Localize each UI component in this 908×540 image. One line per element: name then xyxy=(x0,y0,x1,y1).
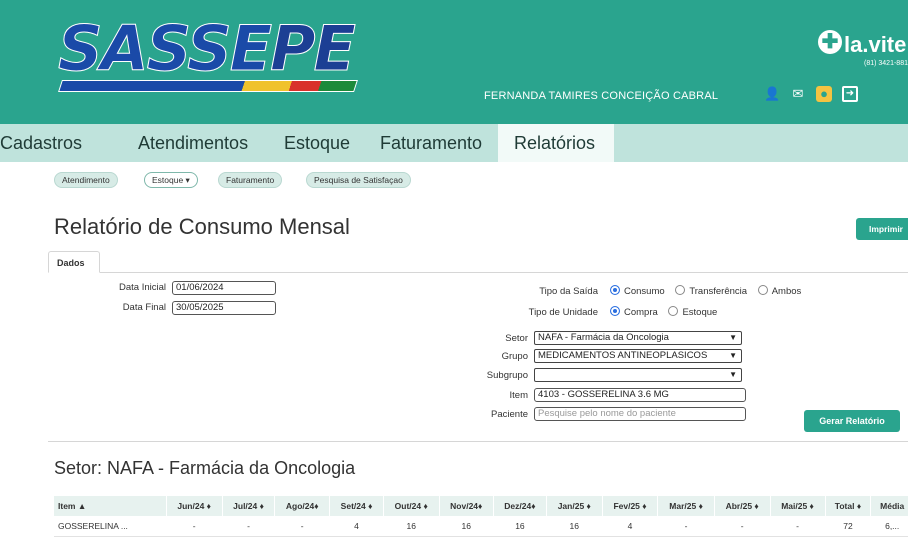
consumo-table: Item ▲ Jun/24 ♦ Jul/24 ♦ Ago/24♦ Set/24 … xyxy=(54,496,908,537)
tab-dados[interactable]: Dados xyxy=(48,251,100,273)
cell-ago24: - xyxy=(274,516,330,537)
cell-out24: 16 xyxy=(383,516,440,537)
cell-media: 6,... xyxy=(870,516,908,537)
mail-icon[interactable]: ✉ xyxy=(790,86,806,102)
subnav-pesquisa[interactable]: Pesquisa de Satisfaçao xyxy=(306,172,411,188)
col-item[interactable]: Item ▲ xyxy=(54,496,167,516)
radio-consumo-dot[interactable] xyxy=(610,285,620,295)
subgrupo-select[interactable]: ▼ xyxy=(534,368,742,382)
cell-jul24: - xyxy=(222,516,275,537)
logo-text: SASSEPE xyxy=(57,12,356,85)
chat-icon[interactable]: ● xyxy=(816,86,832,102)
col-fev25[interactable]: Fev/25 ♦ xyxy=(602,496,659,516)
chevron-down-icon: ▼ xyxy=(729,351,737,360)
subnav-faturamento[interactable]: Faturamento xyxy=(218,172,283,188)
nav-relatorios[interactable]: Relatórios xyxy=(498,124,614,162)
user-name: FERNANDA TAMIRES CONCEIÇÃO CABRAL xyxy=(484,90,719,102)
main-nav: Cadastros Atendimentos Estoque Faturamen… xyxy=(0,124,908,162)
cell-jun24: - xyxy=(166,516,223,537)
nav-cadastros[interactable]: Cadastros xyxy=(0,124,82,162)
logo-stripe xyxy=(58,80,358,92)
col-jun24[interactable]: Jun/24 ♦ xyxy=(166,496,223,516)
paciente-label: Paciente xyxy=(491,409,528,420)
col-set24[interactable]: Set/24 ♦ xyxy=(329,496,384,516)
cell-nov24: 16 xyxy=(439,516,494,537)
cell-set24: 4 xyxy=(329,516,384,537)
col-out24[interactable]: Out/24 ♦ xyxy=(383,496,440,516)
print-button[interactable]: Imprimir xyxy=(856,218,908,240)
radio-ambos-label: Ambos xyxy=(771,286,802,297)
plus-icon: ✚ xyxy=(818,30,842,54)
chevron-down-icon: ▼ xyxy=(729,370,737,379)
col-dez24[interactable]: Dez/24♦ xyxy=(493,496,547,516)
section-title: Setor: NAFA - Farmácia da Oncologia xyxy=(54,458,356,478)
radio-transferencia-dot[interactable] xyxy=(675,285,686,295)
setor-select[interactable]: NAFA - Farmácia da Oncologia ▼ xyxy=(534,331,742,345)
cell-mai25: - xyxy=(770,516,826,537)
table-row[interactable]: GOSSERELINA ... - - - 4 16 16 16 16 4 - … xyxy=(54,516,908,537)
col-nov24[interactable]: Nov/24♦ xyxy=(439,496,494,516)
cell-mar25: - xyxy=(657,516,715,537)
col-ago24[interactable]: Ago/24♦ xyxy=(274,496,331,516)
cell-dez24: 16 xyxy=(493,516,547,537)
tipo-saida-label: Tipo da Saída xyxy=(539,286,598,297)
cell-item: GOSSERELINA ... xyxy=(54,516,166,537)
page-title: Relatório de Consumo Mensal xyxy=(54,214,350,239)
brand-name: la.vite xyxy=(844,32,907,57)
tipo-unidade-radios: Compra Estoque xyxy=(610,306,725,318)
col-total[interactable]: Total ♦ xyxy=(825,496,872,516)
nav-estoque[interactable]: Estoque xyxy=(284,124,350,162)
subgrupo-label: Subgrupo xyxy=(486,370,528,381)
subnav-estoque[interactable]: Estoque ▾ xyxy=(144,172,198,188)
data-inicial-input[interactable]: 01/06/2024 xyxy=(172,281,276,295)
radio-consumo[interactable]: Consumo xyxy=(610,285,665,297)
radio-compra-label: Compra xyxy=(624,307,658,318)
col-jan25[interactable]: Jan/25 ♦ xyxy=(546,496,603,516)
radio-estoque-label: Estoque xyxy=(682,307,718,318)
tipo-saida-radios: Consumo Transferência Ambos xyxy=(610,285,809,297)
table-header-row: Item ▲ Jun/24 ♦ Jul/24 ♦ Ago/24♦ Set/24 … xyxy=(54,496,908,516)
subnav-atendimento[interactable]: Atendimento xyxy=(54,172,118,188)
radio-ambos[interactable]: Ambos xyxy=(757,285,802,297)
grupo-select[interactable]: MEDICAMENTOS ANTINEOPLASICOS ▼ xyxy=(534,349,742,363)
tipo-unidade-label: Tipo de Unidade xyxy=(528,307,598,318)
data-inicial-label: Data Inicial xyxy=(119,282,166,293)
app-header: SASSEPE ✚ la.vite (81) 3421-881 FERNANDA… xyxy=(0,0,908,124)
radio-estoque-dot[interactable] xyxy=(668,306,679,316)
sassepe-logo[interactable]: SASSEPE xyxy=(57,12,378,104)
cell-total: 72 xyxy=(825,516,871,537)
sub-nav: Atendimento Estoque ▾ Faturamento Pesqui… xyxy=(0,162,908,194)
data-final-input[interactable]: 30/05/2025 xyxy=(172,301,276,315)
cell-abr25: - xyxy=(714,516,771,537)
radio-consumo-label: Consumo xyxy=(624,286,665,297)
item-input[interactable]: 4103 - GOSSERELINA 3.6 MG xyxy=(534,388,746,402)
radio-transferencia-label: Transferência xyxy=(689,286,748,297)
nav-atendimentos[interactable]: Atendimentos xyxy=(138,124,248,162)
radio-compra[interactable]: Compra xyxy=(610,306,658,318)
radio-transferencia[interactable]: Transferência xyxy=(675,285,748,297)
gerar-relatorio-button[interactable]: Gerar Relatório xyxy=(804,410,900,432)
radio-compra-dot[interactable] xyxy=(610,306,620,316)
col-mar25[interactable]: Mar/25 ♦ xyxy=(657,496,715,516)
brand-phone: (81) 3421-881 xyxy=(864,60,908,67)
data-final-label: Data Final xyxy=(122,302,166,313)
paciente-input[interactable]: Pesquise pelo nome do paciente xyxy=(534,407,746,421)
item-label: Item xyxy=(509,390,528,401)
chevron-down-icon: ▼ xyxy=(729,333,737,342)
cell-fev25: 4 xyxy=(602,516,658,537)
radio-ambos-dot[interactable] xyxy=(757,285,768,295)
col-mai25[interactable]: Mai/25 ♦ xyxy=(770,496,826,516)
setor-value: NAFA - Farmácia da Oncologia xyxy=(538,332,669,343)
setor-label: Setor xyxy=(505,333,528,344)
col-media[interactable]: Média xyxy=(870,496,908,516)
cell-jan25: 16 xyxy=(546,516,603,537)
nav-faturamento[interactable]: Faturamento xyxy=(380,124,482,162)
col-jul24[interactable]: Jul/24 ♦ xyxy=(222,496,276,516)
radio-estoque[interactable]: Estoque xyxy=(668,306,718,318)
col-abr25[interactable]: Abr/25 ♦ xyxy=(714,496,771,516)
grupo-value: MEDICAMENTOS ANTINEOPLASICOS xyxy=(538,350,708,361)
user-icon[interactable]: 👤 xyxy=(764,86,780,102)
grupo-label: Grupo xyxy=(501,351,528,362)
logout-icon[interactable]: ➜ xyxy=(842,86,858,102)
